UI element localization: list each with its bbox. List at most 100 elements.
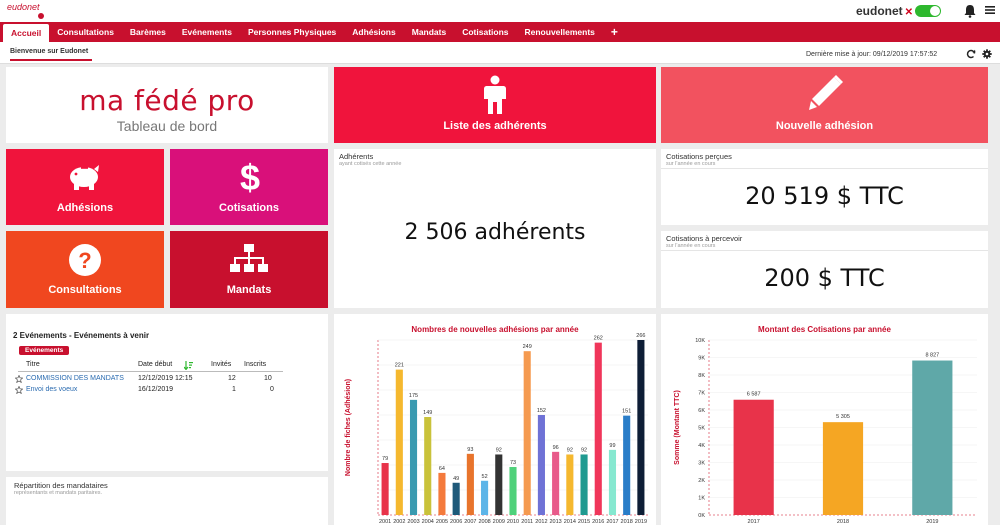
- bar-2001: [381, 463, 389, 515]
- refresh-icon[interactable]: [966, 49, 976, 59]
- data-label-2008: 52: [482, 474, 488, 480]
- adhesions-bar-chart: Nombre de fiches (Adhésion) 79 2001 221 2002…: [345, 333, 648, 525]
- menu-icon[interactable]: [985, 5, 995, 15]
- cotisations-percues-stat: Cotisations perçues sur l'année en cours…: [661, 149, 988, 225]
- tick-label-2003: 2003: [407, 519, 419, 525]
- events-title: 2 Evénements - Evénements à venir: [13, 331, 150, 340]
- data-label-2005: 64: [439, 466, 445, 472]
- event-row-inscrits: 0: [270, 386, 274, 393]
- nav-baremes[interactable]: Barèmes: [122, 22, 174, 42]
- repartition-subtitle: représentants et mandats paritaires.: [14, 490, 103, 496]
- col-invites[interactable]: Invités: [211, 361, 231, 368]
- tick-label-2009: 2009: [493, 519, 505, 525]
- bar-2017: [608, 449, 617, 515]
- star-icon[interactable]: [15, 375, 23, 383]
- cotisations-percues-value: 20 519 $ TTC: [745, 182, 904, 210]
- nav-cotisations[interactable]: Cotisations: [454, 22, 516, 42]
- star-icon[interactable]: [15, 386, 23, 394]
- y-tick-4K: 4K: [698, 443, 705, 449]
- svg-text:eudonet: eudonet: [7, 2, 40, 12]
- cotisations-a-percevoir-stat: Cotisations à percevoir sur l'année en c…: [661, 231, 988, 308]
- tab-welcome[interactable]: Bienvenue sur Eudonet: [10, 48, 92, 61]
- col-titre[interactable]: Titre: [26, 361, 40, 368]
- adhesions-tile[interactable]: Adhésions: [6, 149, 164, 225]
- sort-icon[interactable]: [184, 361, 193, 370]
- y-tick-5K: 5K: [698, 426, 705, 432]
- bar-2007: [466, 453, 474, 515]
- list-members-tile[interactable]: Liste des adhérents: [334, 67, 656, 143]
- tick-label-2017: 2017: [606, 519, 618, 525]
- y-tick-6K: 6K: [698, 408, 705, 414]
- nav-consultations[interactable]: Consultations: [49, 22, 122, 42]
- y-tick-1K: 1K: [698, 496, 705, 502]
- dollar-icon: $: [240, 158, 260, 196]
- bar-2008: [481, 480, 489, 515]
- data-label-2017: 6 587: [747, 392, 761, 398]
- cotisations-a-percevoir-title: Cotisations à percevoir: [666, 234, 743, 243]
- bar-2013: [552, 451, 560, 515]
- data-label-2009: 92: [496, 447, 502, 453]
- nav-mandats[interactable]: Mandats: [404, 22, 454, 42]
- event-row-title[interactable]: COMMISSION DES MANDATS: [26, 375, 124, 382]
- events-badge[interactable]: Evénements: [19, 346, 70, 355]
- adherents-stat-title: Adhérents: [339, 152, 374, 161]
- col-date[interactable]: Date début: [138, 361, 172, 368]
- y-axis-label: Somme (Montant TTC): [674, 390, 681, 465]
- bar-2005: [438, 472, 446, 515]
- bar-2009: [495, 454, 503, 515]
- event-row-title[interactable]: Envoi des voeux: [26, 386, 77, 393]
- adhesions-chart-panel: Nombres de nouvelles adhésions par année…: [334, 314, 656, 525]
- nav-personnes-physiques[interactable]: Personnes Physiques: [240, 22, 344, 42]
- data-label-2015: 92: [581, 447, 587, 453]
- nav-accueil[interactable]: Accueil: [3, 24, 50, 42]
- adherents-stat-value: 2 506 adhérents: [404, 220, 586, 245]
- piggy-bank-icon: [70, 165, 99, 190]
- tick-label-2016: 2016: [592, 519, 604, 525]
- data-label-2002: 221: [395, 363, 404, 369]
- tick-label-2013: 2013: [550, 519, 562, 525]
- data-label-2018: 151: [622, 409, 631, 415]
- event-row-invites: 12: [228, 375, 236, 382]
- nav-evenements[interactable]: Evénements: [174, 22, 240, 42]
- app-title: ma fédé pro: [79, 84, 255, 117]
- cotisations-a-percevoir-value: 200 $ TTC: [764, 264, 885, 292]
- data-label-2001: 79: [382, 456, 388, 462]
- new-membership-tile[interactable]: Nouvelle adhésion: [661, 67, 988, 143]
- gear-icon[interactable]: [982, 49, 992, 59]
- nav-adhesions[interactable]: Adhésions: [344, 22, 403, 42]
- y-tick-9K: 9K: [698, 356, 705, 362]
- tick-label-2018: 2018: [837, 519, 849, 525]
- tick-label-2017: 2017: [748, 519, 760, 525]
- hierarchy-icon: [230, 244, 268, 272]
- mandats-tile[interactable]: Mandats: [170, 231, 328, 308]
- y-tick-2K: 2K: [698, 478, 705, 484]
- tick-label-2014: 2014: [564, 519, 576, 525]
- person-icon: [484, 75, 506, 114]
- data-label-2012: 152: [537, 408, 546, 414]
- new-membership-label: Nouvelle adhésion: [775, 120, 874, 132]
- eudonet-logo[interactable]: eudonet: [6, 1, 46, 21]
- consultations-tile[interactable]: ? Consultations: [6, 231, 164, 308]
- y-tick-7K: 7K: [698, 391, 705, 397]
- mandats-label: Mandats: [226, 284, 272, 296]
- bell-icon[interactable]: [963, 4, 977, 18]
- data-label-2016: 262: [594, 336, 603, 342]
- tick-label-2001: 2001: [379, 519, 391, 525]
- data-label-2006: 49: [453, 476, 459, 482]
- nav-add-button[interactable]: +: [603, 22, 626, 42]
- tick-label-2011: 2011: [521, 519, 533, 525]
- adherents-stat: Adhérents ayant cotisés cette année 2 50…: [334, 149, 656, 308]
- bar-2019: [912, 360, 953, 515]
- bar-2018: [822, 422, 864, 515]
- nav-renouvellements[interactable]: Renouvellements: [517, 22, 603, 42]
- adhesions-label: Adhésions: [56, 202, 114, 214]
- event-row-date: 12/12/2019 12:15: [138, 375, 193, 382]
- bar-2010: [509, 466, 517, 515]
- status-toggle[interactable]: [915, 5, 941, 17]
- data-label-2010: 73: [510, 460, 516, 466]
- main-nav: Accueil Consultations Barèmes Evénements…: [0, 22, 1000, 42]
- col-inscrits[interactable]: Inscrits: [244, 361, 266, 368]
- event-row-invites: 1: [232, 386, 236, 393]
- cotisations-tile[interactable]: $ Cotisations: [170, 149, 328, 225]
- tick-label-2007: 2007: [464, 519, 476, 525]
